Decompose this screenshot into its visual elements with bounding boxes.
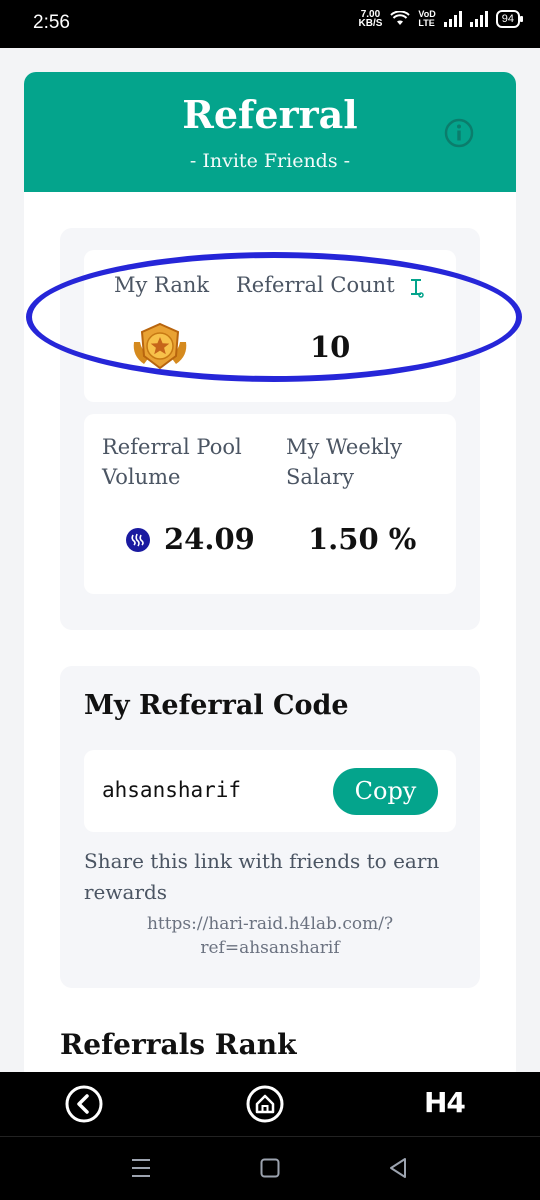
- signal-icon-2: [469, 11, 488, 27]
- rank-label: My Rank: [114, 273, 210, 297]
- pool-volume-label: Referral Pool Volume: [102, 432, 242, 492]
- card-header: Referral - Invite Friends -: [24, 72, 516, 192]
- system-home-icon[interactable]: [260, 1157, 280, 1179]
- pool-volume-label-line2: Volume: [102, 465, 181, 489]
- page-title: Referral: [182, 92, 358, 137]
- home-icon[interactable]: [245, 1084, 285, 1124]
- weekly-salary-value: 1.50 %: [308, 522, 417, 556]
- network-speed: 7.00 KB/S: [358, 10, 383, 29]
- info-icon[interactable]: [444, 118, 474, 148]
- rank-badge-icon: [133, 322, 187, 370]
- pool-volume-value: 24.09: [164, 522, 255, 556]
- referrals-rank-title: Referrals Rank: [60, 1028, 297, 1061]
- battery-indicator: 94: [495, 10, 524, 28]
- system-back-icon[interactable]: [388, 1157, 408, 1179]
- app-bottom-nav: H4: [0, 1072, 540, 1136]
- steem-icon: [126, 528, 150, 552]
- volte-bottom: LTE: [418, 18, 435, 28]
- speed-unit: KB/S: [358, 18, 383, 29]
- status-bar: 2:56 7.00 KB/S VoD LTE 94: [0, 0, 540, 48]
- weekly-salary-label-line2: Salary: [286, 465, 355, 489]
- share-instructions: Share this link with friends to earn rew…: [84, 849, 440, 904]
- rank-box: My Rank Referral Count 10: [84, 250, 456, 402]
- wifi-icon: [390, 11, 411, 25]
- weekly-salary-label-line1: My Weekly: [286, 435, 403, 459]
- referral-card: Referral - Invite Friends - My Rank Refe…: [24, 72, 516, 1082]
- referral-count-value: 10: [310, 330, 351, 364]
- page-subtitle: - Invite Friends -: [189, 150, 351, 172]
- referral-code-value[interactable]: ahsansharif: [102, 778, 241, 802]
- signal-icon-1: [443, 11, 462, 27]
- copy-button[interactable]: Copy: [333, 768, 438, 815]
- back-icon[interactable]: [64, 1084, 104, 1124]
- text-cursor-icon: [411, 279, 424, 298]
- system-nav-bar: [0, 1136, 540, 1200]
- weekly-salary-label: My Weekly Salary: [286, 432, 402, 492]
- referral-link[interactable]: https://hari-raid.h4lab.com/? ref=ahsans…: [84, 912, 456, 960]
- referral-link-line1: https://hari-raid.h4lab.com/?: [146, 914, 394, 934]
- referral-code-title: My Referral Code: [84, 690, 349, 721]
- referral-code-panel: My Referral Code ahsansharif Copy Share …: [60, 666, 480, 988]
- volte-indicator: VoD LTE: [418, 10, 435, 28]
- referral-link-line2: ref=ahsansharif: [200, 938, 340, 958]
- pool-volume-label-line1: Referral Pool: [102, 435, 242, 459]
- stats-panel: My Rank Referral Count 10 Referral Pool …: [60, 228, 480, 630]
- pool-box: Referral Pool Volume My Weekly Salary 24…: [84, 414, 456, 594]
- status-icons: 7.00 KB/S VoD LTE 94: [358, 10, 524, 29]
- recent-apps-icon[interactable]: [131, 1157, 151, 1179]
- referral-code-box: ahsansharif Copy: [84, 750, 456, 832]
- status-time: 2:56: [33, 12, 70, 33]
- h4-logo[interactable]: H4: [424, 1086, 466, 1119]
- referral-count-label: Referral Count: [236, 273, 395, 297]
